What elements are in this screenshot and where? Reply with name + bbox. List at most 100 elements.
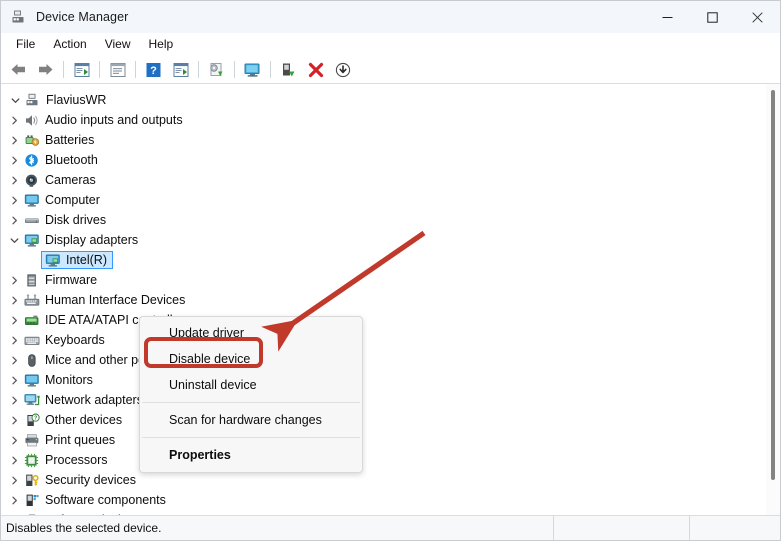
printer-icon — [23, 432, 40, 448]
minimize-button[interactable] — [645, 1, 690, 33]
chevron-right-icon[interactable] — [6, 270, 23, 290]
chevron-right-icon[interactable] — [6, 310, 23, 330]
tree-node-label: Human Interface Devices — [45, 293, 186, 307]
back-icon[interactable] — [6, 58, 31, 81]
tree-node-bluetooth[interactable]: Bluetooth — [1, 150, 766, 170]
firmware-icon — [23, 272, 40, 288]
chevron-right-icon[interactable] — [6, 490, 23, 510]
vertical-scrollbar[interactable] — [766, 84, 780, 515]
tree-node-software-devices[interactable]: Software devices — [1, 510, 766, 515]
update-driver-icon[interactable] — [204, 58, 229, 81]
context-menu-item-uninstall-device[interactable]: Uninstall device — [140, 372, 362, 398]
properties-icon[interactable] — [69, 58, 94, 81]
tree-node-selected[interactable]: Intel(R) — [1, 250, 766, 270]
chevron-right-icon[interactable] — [6, 390, 23, 410]
chevron-right-icon[interactable] — [6, 510, 23, 515]
tree-node-label: Software devices — [45, 512, 140, 515]
tree-node-monitors[interactable]: Monitors — [1, 370, 766, 390]
tree-node-mice-and-other-pointing-devices[interactable]: Mice and other pointing devices — [1, 350, 766, 370]
tree-node-audio-inputs-and-outputs[interactable]: Audio inputs and outputs — [1, 110, 766, 130]
context-menu-item-properties[interactable]: Properties — [140, 442, 362, 468]
device-manager-icon — [11, 9, 27, 25]
menu-action[interactable]: Action — [44, 35, 95, 53]
tree-node-label: Keyboards — [45, 333, 105, 347]
display-adapter-icon — [23, 232, 40, 248]
tree-node-computer[interactable]: Computer — [1, 190, 766, 210]
tree-node-software-components[interactable]: Software components — [1, 490, 766, 510]
mouse-icon — [23, 352, 40, 368]
disable-device-icon[interactable] — [330, 58, 355, 81]
title-bar: Device Manager — [1, 1, 780, 33]
toolbar-separator — [99, 61, 100, 78]
chevron-right-icon[interactable] — [6, 430, 23, 450]
other-device-icon: ? — [23, 412, 40, 428]
chevron-right-icon[interactable] — [6, 130, 23, 150]
tree-node-label: Batteries — [45, 133, 95, 147]
tree-node-label: Cameras — [45, 173, 96, 187]
tree-node-label: Intel(R) — [66, 253, 107, 267]
tree-node-label: Software components — [45, 493, 166, 507]
chevron-right-icon[interactable] — [6, 190, 23, 210]
window-title: Device Manager — [36, 10, 129, 24]
context-menu-item-scan-for-hardware-changes[interactable]: Scan for hardware changes — [140, 407, 362, 433]
battery-icon — [23, 132, 40, 148]
tree-node-batteries[interactable]: Batteries — [1, 130, 766, 150]
scan-hardware-icon[interactable] — [240, 58, 265, 81]
chevron-down-icon[interactable] — [7, 90, 24, 110]
chevron-right-icon[interactable] — [6, 370, 23, 390]
monitor-icon — [23, 192, 40, 208]
chevron-right-icon[interactable] — [6, 350, 23, 370]
chevron-down-icon[interactable] — [6, 230, 23, 250]
tree-node-label: Processors — [45, 453, 108, 467]
chevron-right-icon[interactable] — [6, 410, 23, 430]
chevron-right-icon[interactable] — [6, 150, 23, 170]
help-icon[interactable]: ? — [141, 58, 166, 81]
network-icon — [23, 392, 40, 408]
tree-node-ide-ata-atapi-controllers[interactable]: IDE ATA/ATAPI controllers — [1, 310, 766, 330]
forward-icon[interactable] — [33, 58, 58, 81]
tree-node-security-devices[interactable]: Security devices — [1, 470, 766, 490]
chevron-right-icon[interactable] — [6, 110, 23, 130]
device-tree[interactable]: FlaviusWR Audio inputs and outputs Batteri… — [1, 87, 766, 515]
tree-node-label: Print queues — [45, 433, 116, 447]
tree-node-processors[interactable]: Processors — [1, 450, 766, 470]
view-icon[interactable] — [168, 58, 193, 81]
disk-icon — [23, 212, 40, 228]
chevron-right-icon[interactable] — [6, 170, 23, 190]
chevron-right-icon[interactable] — [6, 290, 23, 310]
toolbar-separator — [63, 61, 64, 78]
tree-node-label: Audio inputs and outputs — [45, 113, 183, 127]
menu-help[interactable]: Help — [140, 35, 183, 53]
selection-highlight: Intel(R) — [41, 251, 113, 269]
tree-node-keyboards[interactable]: Keyboards — [1, 330, 766, 350]
tree-node-label: Other devices — [45, 413, 123, 427]
close-button[interactable] — [735, 1, 780, 33]
tree-node-display-adapters[interactable]: Display adapters — [1, 230, 766, 250]
show-hidden-icon[interactable] — [105, 58, 130, 81]
tree-node-root[interactable]: FlaviusWR — [1, 90, 766, 110]
scrollbar-thumb[interactable] — [771, 90, 775, 480]
tree-node-firmware[interactable]: Firmware — [1, 270, 766, 290]
monitor-icon — [23, 372, 40, 388]
context-menu-separator — [142, 437, 360, 438]
context-menu[interactable]: Update driver Disable device Uninstall dev… — [139, 316, 363, 473]
tree-node-label: Display adapters — [45, 233, 139, 247]
tree-node-cameras[interactable]: Cameras — [1, 170, 766, 190]
chevron-right-icon[interactable] — [6, 450, 23, 470]
tree-node-disk-drives[interactable]: Disk drives — [1, 210, 766, 230]
chevron-right-icon[interactable] — [6, 330, 23, 350]
chevron-right-icon[interactable] — [6, 470, 23, 490]
uninstall-device-icon[interactable] — [303, 58, 328, 81]
tree-node-other-devices[interactable]: ? Other devices — [1, 410, 766, 430]
menu-view[interactable]: View — [96, 35, 140, 53]
menu-file[interactable]: File — [7, 35, 44, 53]
context-menu-item-disable-device[interactable]: Disable device — [140, 346, 362, 372]
enable-device-icon[interactable] — [276, 58, 301, 81]
context-menu-item-update-driver[interactable]: Update driver — [140, 320, 362, 346]
display-adapter-icon — [44, 252, 61, 268]
tree-node-human-interface-devices[interactable]: Human Interface Devices — [1, 290, 766, 310]
maximize-button[interactable] — [690, 1, 735, 33]
tree-node-network-adapters[interactable]: Network adapters — [1, 390, 766, 410]
tree-node-print-queues[interactable]: Print queues — [1, 430, 766, 450]
chevron-right-icon[interactable] — [6, 210, 23, 230]
